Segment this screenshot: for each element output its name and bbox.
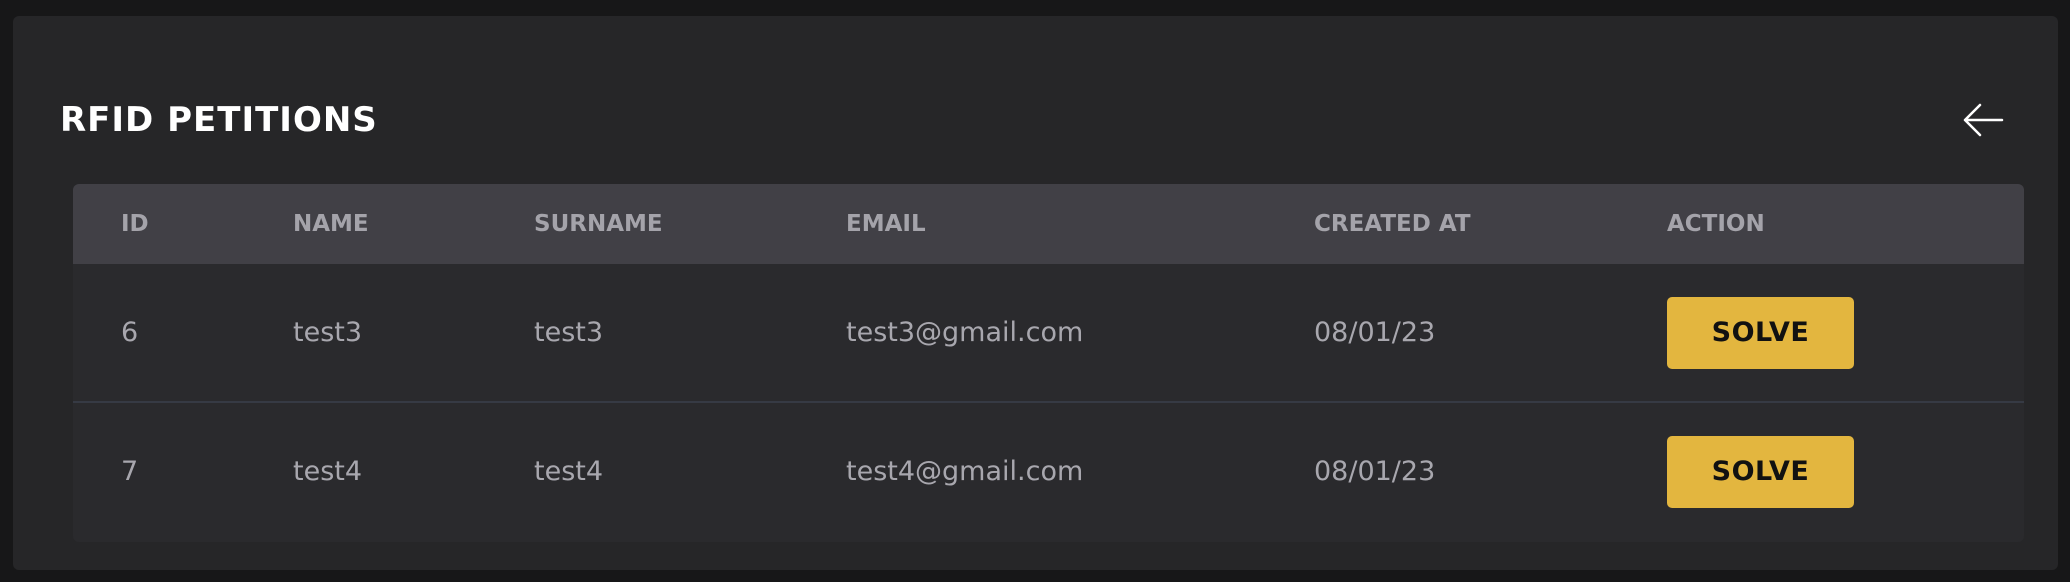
- cell-email: test3@gmail.com: [846, 317, 1084, 348]
- header-surname: SURNAME: [534, 211, 663, 237]
- table-row: 6 test3 test3 test3@gmail.com 08/01/23 S…: [73, 264, 2024, 403]
- header-id: ID: [121, 211, 149, 237]
- solve-button[interactable]: SOLVE: [1667, 296, 1854, 369]
- table-header-row: ID NAME SURNAME EMAIL CREATED AT ACTION: [73, 184, 2024, 264]
- cell-action: SOLVE: [1667, 264, 1854, 401]
- cell-id: 7: [121, 456, 139, 487]
- header-email: EMAIL: [846, 211, 926, 237]
- header-name: NAME: [293, 211, 369, 237]
- cell-name: test3: [293, 317, 363, 348]
- back-button[interactable]: [1955, 96, 2011, 144]
- header-created-at: CREATED AT: [1314, 211, 1471, 237]
- cell-created-at: 08/01/23: [1314, 456, 1436, 487]
- page-title: RFID PETITIONS: [60, 100, 378, 140]
- cell-email: test4@gmail.com: [846, 456, 1084, 487]
- cell-id: 6: [121, 317, 139, 348]
- table-row: 7 test4 test4 test4@gmail.com 08/01/23 S…: [73, 403, 2024, 540]
- petitions-table: ID NAME SURNAME EMAIL CREATED AT ACTION …: [73, 184, 2024, 542]
- arrow-left-icon: [1963, 103, 2004, 137]
- cell-created-at: 08/01/23: [1314, 317, 1436, 348]
- solve-button[interactable]: SOLVE: [1667, 435, 1854, 508]
- cell-name: test4: [293, 456, 363, 487]
- cell-action: SOLVE: [1667, 403, 1854, 540]
- cell-surname: test3: [534, 317, 604, 348]
- cell-surname: test4: [534, 456, 604, 487]
- header-action: ACTION: [1667, 211, 1765, 237]
- petitions-panel: RFID PETITIONS ID NAME SURNAME EMAIL CRE…: [13, 16, 2058, 570]
